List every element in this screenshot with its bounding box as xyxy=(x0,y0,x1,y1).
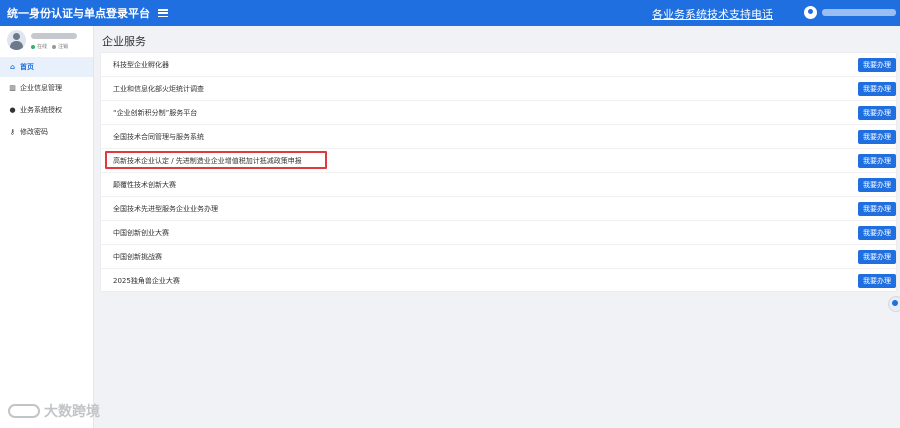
apply-button[interactable]: 我要办理 xyxy=(858,130,896,144)
bank-icon: ▥ xyxy=(9,83,16,92)
hamburger-menu-icon[interactable] xyxy=(158,9,168,17)
redacted-username[interactable] xyxy=(822,9,896,16)
service-row: 颠覆性技术创新大赛 我要办理 xyxy=(101,173,898,197)
sidebar-item-label: 首页 xyxy=(20,63,34,71)
apply-button[interactable]: 我要办理 xyxy=(858,226,896,240)
apply-button[interactable]: 我要办理 xyxy=(858,202,896,216)
apply-button[interactable]: 我要办理 xyxy=(858,274,896,288)
service-row: 全国技术合同管理与服务系统 我要办理 xyxy=(101,125,898,149)
tech-support-hotline-link[interactable]: 各业务系统技术支持电话 xyxy=(652,6,773,22)
watermark-logo-icon xyxy=(8,404,40,418)
user-status: 在线 注销 xyxy=(31,43,68,50)
user-avatar xyxy=(7,30,26,50)
service-label: 科技型企业孵化器 xyxy=(113,61,169,69)
service-label: 中国创新创业大赛 xyxy=(113,229,169,237)
service-label: 工业和信息化部火炬统计调查 xyxy=(113,85,204,93)
apply-button[interactable]: 我要办理 xyxy=(858,58,896,72)
user-avatar-icon[interactable] xyxy=(804,6,817,19)
service-label: “企业创新积分制”服务平台 xyxy=(113,109,198,117)
service-row: 科技型企业孵化器 我要办理 xyxy=(101,53,898,77)
service-label: 全国技术先进型服务企业业务办理 xyxy=(113,205,218,213)
apply-button[interactable]: 我要办理 xyxy=(858,250,896,264)
service-row: 工业和信息化部火炬统计调查 我要办理 xyxy=(101,77,898,101)
sidebar-item-home[interactable]: ⌂ 首页 xyxy=(0,57,93,77)
service-row: 全国技术先进型服务企业业务办理 我要办理 xyxy=(101,197,898,221)
service-row: 中国创新创业大赛 我要办理 xyxy=(101,221,898,245)
sidebar: 在线 注销 ⌂ 首页 ▥ 企业信息管理 ● 业务系统授权 ⚷ 修改密码 xyxy=(0,26,94,428)
user-profile: 在线 注销 xyxy=(0,26,93,56)
watermark-text: 大数跨境 xyxy=(44,404,100,420)
highlight-box xyxy=(105,151,327,169)
sidebar-item-label: 修改密码 xyxy=(20,128,48,136)
service-label: 中国创新挑战赛 xyxy=(113,253,162,261)
apply-button[interactable]: 我要办理 xyxy=(858,178,896,192)
service-row: 中国创新挑战赛 我要办理 xyxy=(101,245,898,269)
service-label: 颠覆性技术创新大赛 xyxy=(113,181,176,189)
key-icon: ⚷ xyxy=(9,127,16,136)
watermark: 大数跨境 xyxy=(8,401,100,421)
logout-link[interactable]: 注销 xyxy=(58,43,68,50)
users-icon: ● xyxy=(9,105,16,114)
sidebar-item-change-password[interactable]: ⚷ 修改密码 xyxy=(0,122,93,142)
online-dot-icon xyxy=(31,44,35,49)
logout-dot-icon xyxy=(52,44,57,49)
apply-button[interactable]: 我要办理 xyxy=(858,154,896,168)
service-label: 全国技术合同管理与服务系统 xyxy=(113,133,204,141)
redacted-user-name xyxy=(31,33,77,39)
home-icon: ⌂ xyxy=(9,62,15,71)
floating-assistant-icon[interactable] xyxy=(888,296,900,312)
apply-button[interactable]: 我要办理 xyxy=(858,82,896,96)
service-row: “企业创新积分制”服务平台 我要办理 xyxy=(101,101,898,125)
page-title: 企业服务 xyxy=(102,35,146,48)
service-list-panel: 科技型企业孵化器 我要办理 工业和信息化部火炬统计调查 我要办理 “企业创新积分… xyxy=(100,52,898,293)
sidebar-item-system-authorization[interactable]: ● 业务系统授权 xyxy=(0,100,93,120)
sidebar-item-label: 企业信息管理 xyxy=(20,84,62,92)
platform-title: 统一身份认证与单点登录平台 xyxy=(7,7,150,20)
status-online-label: 在线 xyxy=(37,44,48,50)
sidebar-item-enterprise-info[interactable]: ▥ 企业信息管理 xyxy=(0,78,93,98)
service-label: 2025独角兽企业大赛 xyxy=(113,277,180,285)
top-header-bar: 统一身份认证与单点登录平台 各业务系统技术支持电话 xyxy=(0,0,900,26)
service-row: 2025独角兽企业大赛 我要办理 xyxy=(101,269,898,293)
sidebar-item-label: 业务系统授权 xyxy=(20,106,62,114)
apply-button[interactable]: 我要办理 xyxy=(858,106,896,120)
